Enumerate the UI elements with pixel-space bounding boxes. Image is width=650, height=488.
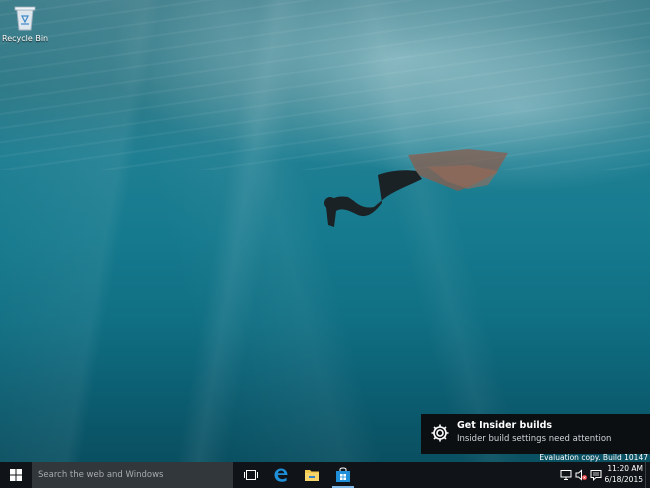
recycle-bin-label: Recycle Bin — [2, 34, 49, 43]
search-input[interactable] — [38, 466, 226, 484]
clock-time: 11:20 AM — [607, 464, 643, 473]
notification-toast[interactable]: Get Insider builds Insider build setting… — [421, 414, 650, 454]
show-desktop-button[interactable] — [645, 462, 650, 488]
notification-message: Insider build settings need attention — [457, 434, 612, 444]
taskbar: 11:20 AM 6/18/2015 — [0, 462, 650, 488]
file-explorer-button[interactable] — [297, 462, 327, 488]
store-icon — [336, 467, 350, 482]
diver-silhouette — [324, 149, 508, 227]
network-icon[interactable] — [560, 469, 572, 481]
clock-date: 6/18/2015 — [604, 475, 643, 484]
task-view-button[interactable] — [236, 462, 266, 488]
edge-button[interactable] — [266, 462, 296, 488]
gear-icon — [431, 424, 449, 442]
action-center-icon[interactable] — [590, 469, 602, 481]
recycle-bin-icon — [14, 6, 36, 31]
system-clock[interactable]: 11:20 AM 6/18/2015 — [603, 463, 643, 485]
store-button[interactable] — [328, 462, 358, 488]
folder-icon — [305, 470, 319, 481]
task-view-icon — [244, 470, 258, 480]
edge-icon — [274, 468, 288, 482]
start-button[interactable] — [0, 462, 32, 488]
search-box[interactable] — [32, 462, 233, 488]
desktop: Recycle Bin Get Insider builds Insider b… — [0, 0, 650, 488]
notification-title: Get Insider builds — [457, 420, 553, 431]
evaluation-watermark: Evaluation copy. Build 10147 — [539, 453, 648, 462]
recycle-bin-shortcut[interactable]: Recycle Bin — [2, 4, 48, 50]
windows-logo-icon — [10, 469, 22, 481]
volume-muted-icon[interactable] — [575, 469, 587, 481]
